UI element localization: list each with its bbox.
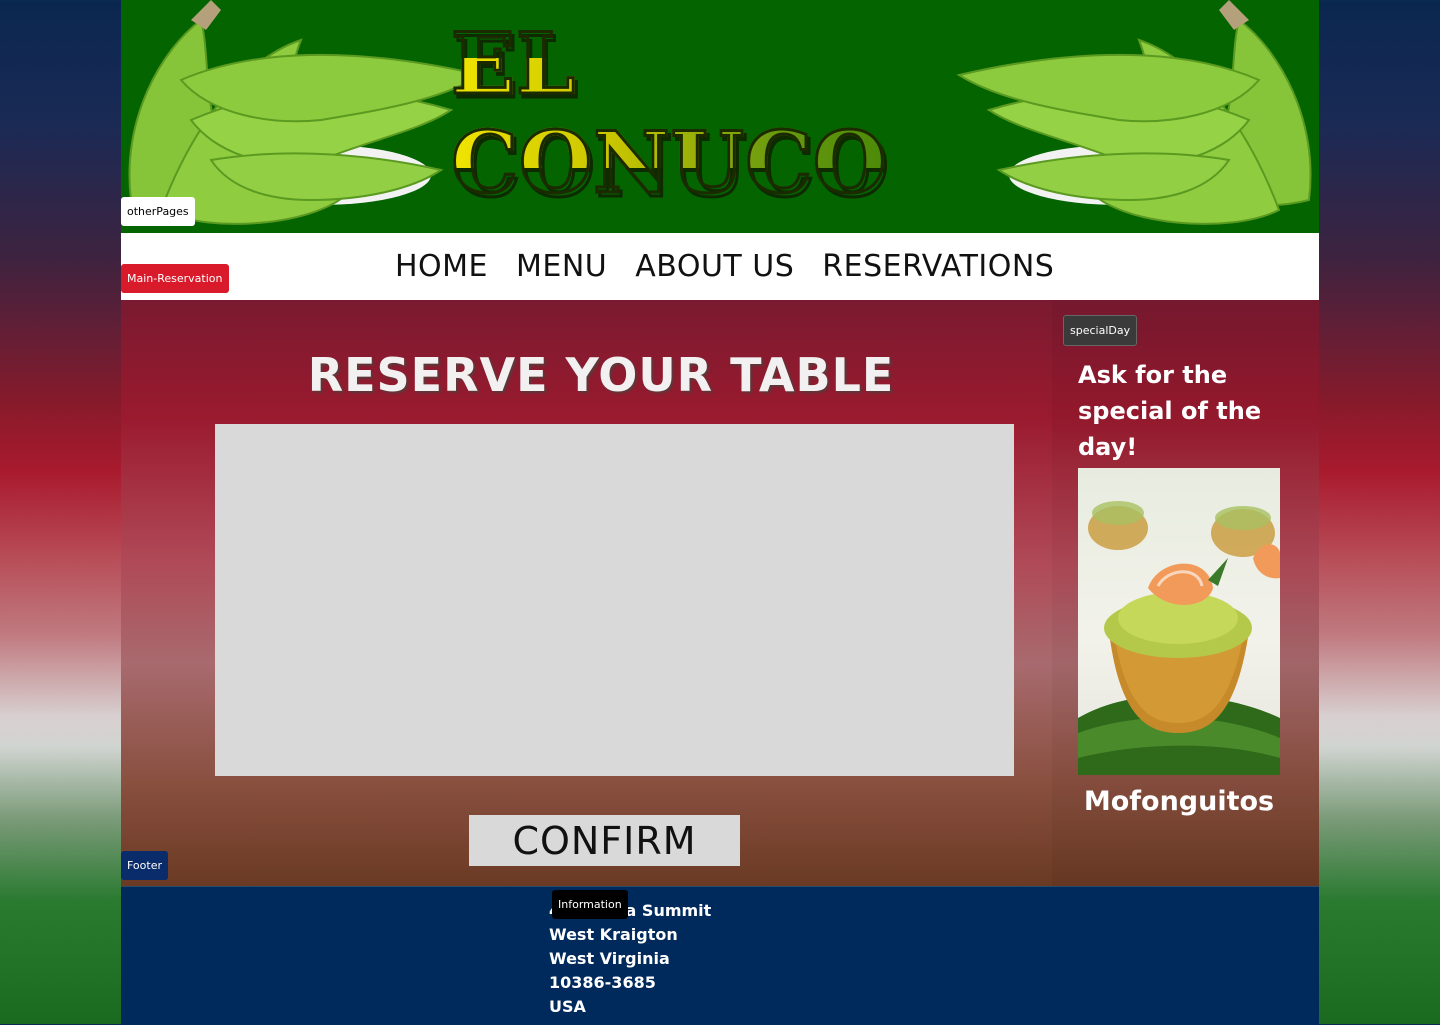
address-city: West Kraigton [549, 925, 678, 944]
special-of-day-panel: Ask for the special of the day! Mofongui… [1052, 300, 1319, 886]
nav-home-link[interactable]: HOME [395, 249, 488, 284]
special-promo-text: Ask for the special of the day! [1078, 361, 1262, 461]
main-reservation-tag: Main-Reservation [121, 264, 229, 293]
nav-links: HOME MENU ABOUT US RESERVATIONS [395, 233, 1054, 300]
other-pages-tag: otherPages [121, 197, 195, 226]
information-tag: Information [552, 890, 628, 919]
page: EL CONUCO otherPages HOME MENU ABOUT US … [121, 0, 1319, 1025]
main-navigation: HOME MENU ABOUT US RESERVATIONS [121, 233, 1319, 300]
reservation-form-area[interactable] [215, 424, 1014, 776]
special-day-tag: specialDay [1063, 315, 1138, 346]
mofonguitos-image [1078, 468, 1280, 775]
banana-bunch-right-image [956, 0, 1312, 225]
nav-menu-link[interactable]: MENU [516, 249, 607, 284]
confirm-button[interactable]: CONFIRM [469, 815, 740, 866]
address-zip: 10386-3685 [549, 973, 656, 992]
site-logo[interactable]: EL CONUCO [450, 13, 991, 214]
address-state: West Virginia [549, 949, 670, 968]
special-dish-name: Mofonguitos [1083, 786, 1275, 817]
address-country: USA [549, 997, 586, 1016]
site-footer: 4 Chelsea Summit West Kraigton West Virg… [121, 886, 1319, 1025]
nav-about-us-link[interactable]: ABOUT US [635, 249, 794, 284]
reserve-title: RESERVE YOUR TABLE [307, 348, 895, 402]
footer-tag: Footer [121, 851, 168, 880]
site-header: EL CONUCO [121, 0, 1319, 233]
reservation-section: RESERVE YOUR TABLE CONFIRM Ask for the s… [121, 300, 1319, 886]
nav-reservations-link[interactable]: RESERVATIONS [822, 249, 1054, 284]
